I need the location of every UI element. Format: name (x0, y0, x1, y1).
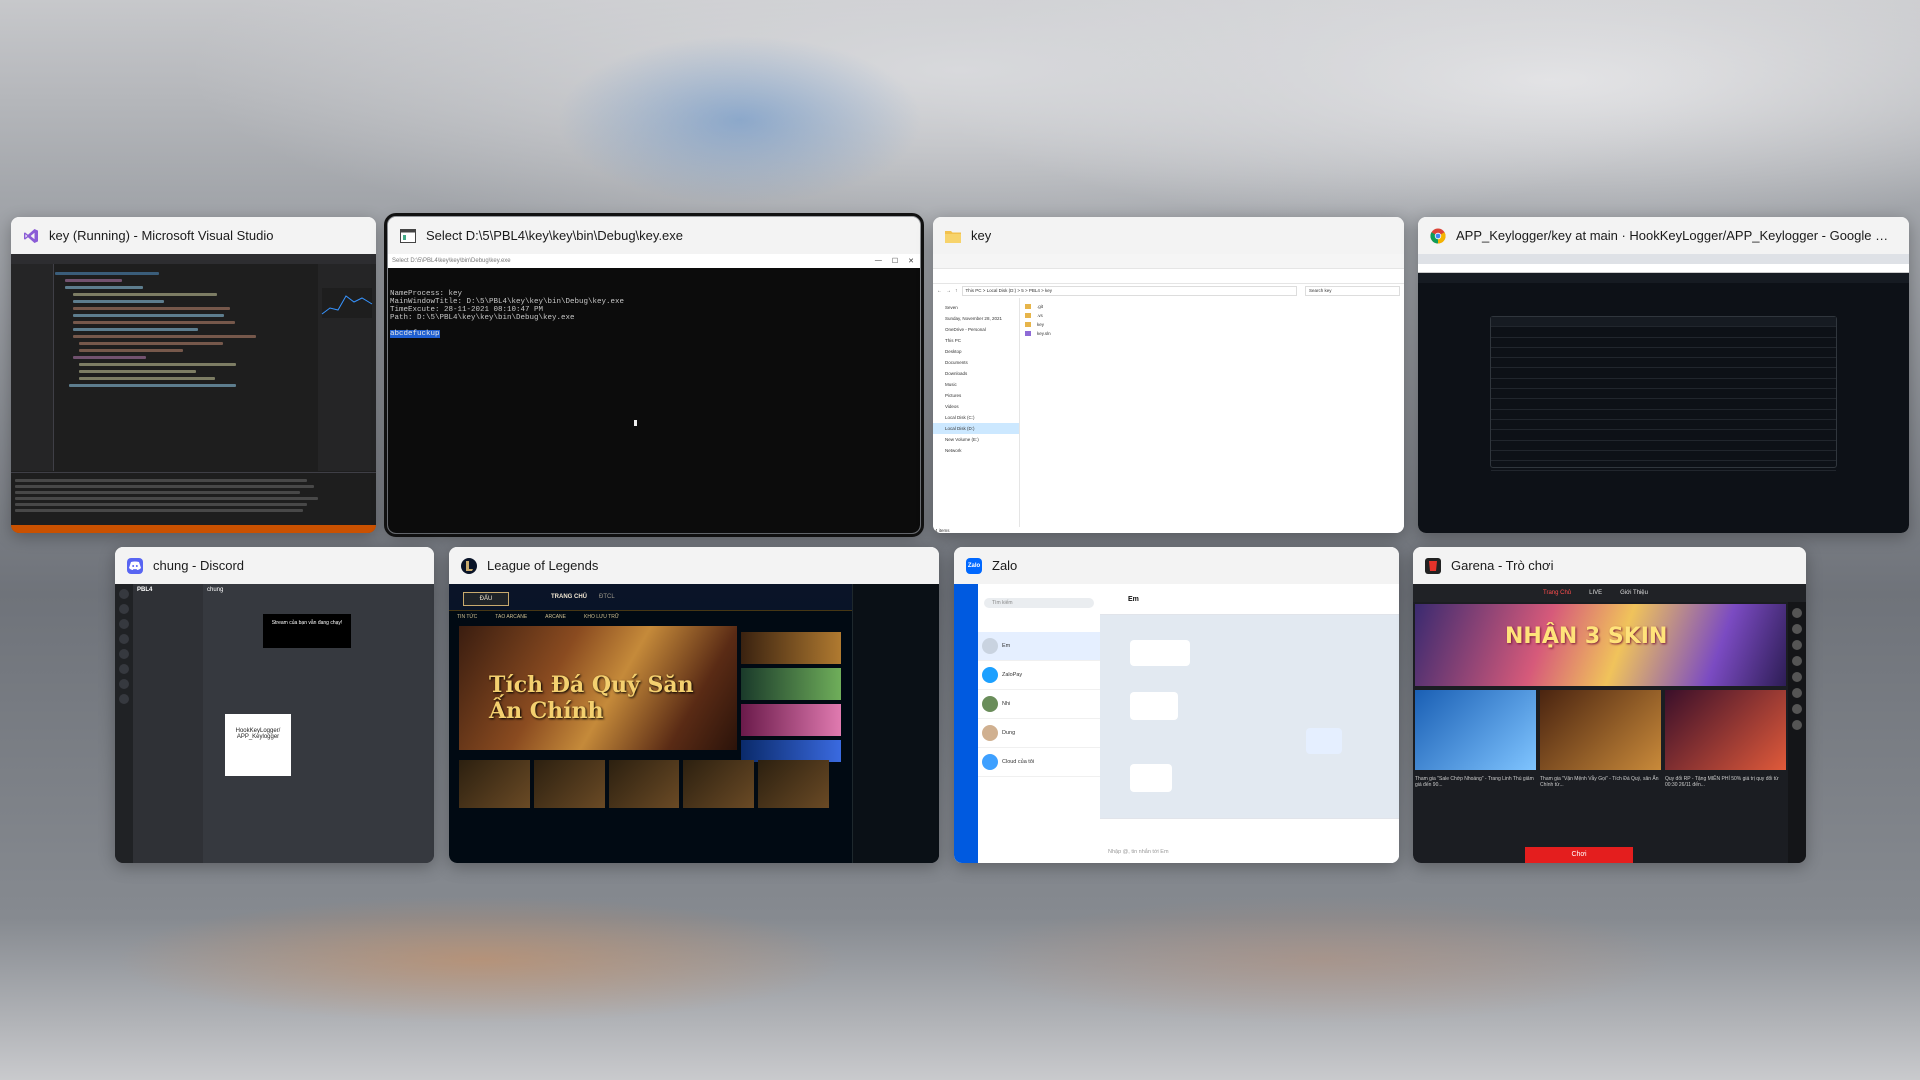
window-title: APP_Keylogger/key at main · HookKeyLogge… (1456, 228, 1897, 243)
window-title: Zalo (992, 558, 1018, 573)
tab-about: Giới Thiệu (1620, 590, 1648, 596)
tab-home: Trang Chủ (1543, 590, 1572, 596)
chrome-icon (1430, 228, 1446, 244)
console-selected-text: abcdefuckup (390, 330, 440, 338)
garena-preview: Trang Chủ LIVE Giới Thiệu NHẬN 3 SKIN Th… (1413, 584, 1806, 863)
console-line: TimeExcute: 28-11-2021 08:10:47 PM (390, 306, 544, 314)
task-view-window-league[interactable]: League of Legends ĐẤU TRANG CHỦ ĐTCL TIN… (449, 547, 939, 863)
console-line: Path: D:\5\PBL4\key\key\bin\Debug\key.ex… (390, 314, 575, 322)
tab-live: LIVE (1589, 590, 1603, 596)
console-preview: Select D:\5\PBL4\key\key\bin\Debug\key.e… (388, 254, 920, 533)
visual-studio-icon (23, 228, 39, 244)
forward-icon: → (946, 288, 951, 294)
message-input: Nhập @, tin nhắn tới Em (1108, 849, 1169, 855)
discord-preview: PBL4 chung Stream của bạn vẫn đang chạy!… (115, 584, 434, 863)
minimize-icon: — (874, 257, 882, 264)
console-icon (400, 228, 416, 244)
close-icon: ✕ (908, 258, 914, 265)
task-view-window-visual-studio[interactable]: key (Running) - Microsoft Visual Studio (11, 217, 376, 533)
console-titlebar: Select D:\5\PBL4\key\key\bin\Debug\key.e… (388, 254, 920, 268)
zalo-icon: Zalo (966, 557, 982, 574)
window-title: key (Running) - Microsoft Visual Studio (49, 228, 274, 243)
task-view-window-zalo[interactable]: Zalo Zalo Tìm kiếm Em ZaloPay Nhi Dung C… (954, 547, 1399, 863)
up-icon: ↑ (955, 288, 958, 294)
league-icon (461, 557, 477, 574)
task-view-window-garena[interactable]: Garena - Trò chơi Trang Chủ LIVE Giới Th… (1413, 547, 1806, 863)
task-view-window-explorer[interactable]: key ← → ↑ This PC > Local Disk (D:) > 5 > … (933, 217, 1404, 533)
maximize-icon: ☐ (891, 258, 899, 265)
event-banner: Tích Đá Quý Săn Ấn Chính (459, 626, 737, 750)
status-bar: 4 items (935, 528, 950, 533)
task-view-window-console[interactable]: Select D:\5\PBL4\key\key\bin\Debug\key.e… (384, 213, 924, 537)
link-embed: HookKeyLogger/ APP_Keylogger (225, 714, 291, 776)
address-bar: This PC > Local Disk (D:) > 5 > PBL4 > k… (961, 286, 1297, 296)
console-line: MainWindowTitle: D:\5\PBL4\key\key\bin\D… (390, 298, 625, 306)
window-title: key (971, 228, 992, 243)
repo-file-list (1490, 316, 1837, 472)
promo-banner: NHẬN 3 SKIN (1415, 604, 1786, 686)
window-title: League of Legends (487, 558, 599, 573)
visual-studio-preview (11, 254, 376, 533)
task-view-window-chrome[interactable]: APP_Keylogger/key at main · HookKeyLogge… (1418, 217, 1909, 533)
folder-icon (945, 228, 961, 244)
play-button: ĐẤU (463, 592, 509, 606)
league-preview: ĐẤU TRANG CHỦ ĐTCL TIN TỨC TAO ARCANE AR… (449, 584, 939, 863)
navigation-pane: Seven Sunday, November 28, 2021 OneDrive… (933, 298, 1020, 527)
search-input: Tìm kiếm (984, 598, 1094, 608)
stream-notice: Stream của bạn vẫn đang chạy! (263, 614, 351, 648)
zalo-preview: Tìm kiếm Em ZaloPay Nhi Dung Cloud của t… (954, 584, 1399, 863)
console-line: NameProcess: key (390, 290, 463, 298)
window-title: Select D:\5\PBL4\key\key\bin\Debug\key.e… (426, 228, 684, 243)
window-title: Garena - Trò chơi (1451, 558, 1554, 573)
desktop-background (0, 0, 1920, 1080)
back-icon: ← (937, 288, 942, 294)
window-title: chung - Discord (153, 558, 245, 573)
play-button: Chơi (1525, 847, 1633, 863)
explorer-preview: ← → ↑ This PC > Local Disk (D:) > 5 > PBL4… (933, 254, 1404, 533)
file-list: .git .vs key key.sln (1025, 302, 1400, 338)
chrome-preview (1418, 254, 1909, 533)
text-cursor (634, 420, 637, 426)
task-view-window-discord[interactable]: chung - Discord PBL4 chung Stream của bạ… (115, 547, 434, 863)
garena-icon (1425, 557, 1441, 574)
search-box: Search key (1305, 286, 1400, 296)
discord-icon (127, 557, 143, 574)
